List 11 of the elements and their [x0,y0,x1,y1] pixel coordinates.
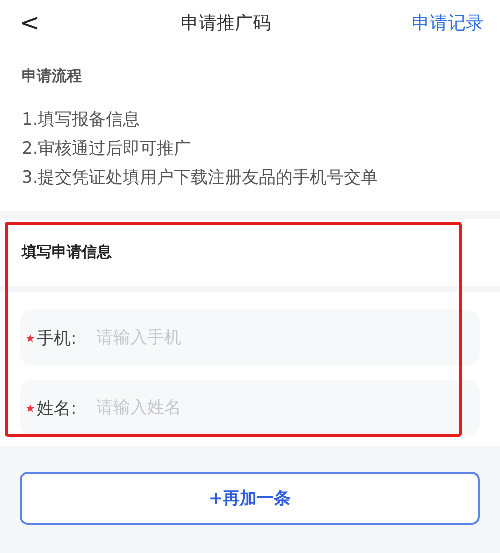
page-title: 申请推广码 [181,12,272,34]
form-title: 填写申请信息 [0,219,500,292]
back-button[interactable]: < [20,8,40,36]
records-link[interactable]: 申请记录 [412,10,484,34]
add-button[interactable]: +再加一条 [20,472,480,525]
step-text: 1.填写报备信息 [22,109,142,132]
step-text: 3.提交凭证处填用户下载注册友品的手机号交单 [22,167,380,190]
field-label: 姓名: [37,398,77,420]
section-title: 申请流程 [22,67,83,86]
field-label: 手机: [37,328,77,350]
step-text: 2.审核通过后即可推广 [22,138,192,161]
